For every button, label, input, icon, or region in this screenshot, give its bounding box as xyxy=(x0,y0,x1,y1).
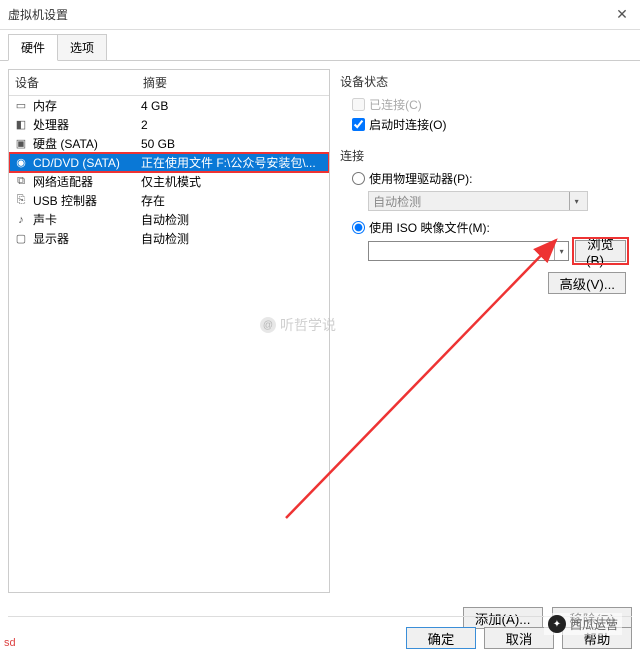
advanced-button[interactable]: 高级(V)... xyxy=(548,272,626,294)
ok-button[interactable]: 确定 xyxy=(406,627,476,649)
device-summary: 50 GB xyxy=(141,137,325,151)
iso-path-input[interactable] xyxy=(369,242,554,260)
physical-label: 使用物理驱动器(P): xyxy=(369,170,472,187)
device-status-title: 设备状态 xyxy=(340,73,626,90)
device-list: ▭ 内存 4 GB ◧ 处理器 2 ▣ 硬盘 (SATA) 50 GB ◉ CD… xyxy=(9,96,329,592)
memory-icon: ▭ xyxy=(13,98,29,114)
close-icon[interactable]: ✕ xyxy=(612,5,632,25)
physical-drive-value: 自动检测 xyxy=(373,193,569,210)
watermark-text: 听哲学说 xyxy=(280,315,336,335)
tab-options[interactable]: 选项 xyxy=(57,34,107,60)
device-name: USB 控制器 xyxy=(33,192,141,209)
device-name: 处理器 xyxy=(33,116,141,133)
device-row-usb[interactable]: ⎘ USB 控制器 存在 xyxy=(9,191,329,210)
chevron-down-icon: ▾ xyxy=(569,192,583,210)
sd-text: sd xyxy=(4,637,16,649)
column-header-device: 设备 xyxy=(15,74,143,91)
device-summary: 自动检测 xyxy=(141,211,325,228)
sound-icon: ♪ xyxy=(13,212,29,228)
usb-icon: ⎘ xyxy=(13,193,29,209)
device-row-sound[interactable]: ♪ 声卡 自动检测 xyxy=(9,210,329,229)
device-name: 内存 xyxy=(33,97,141,114)
network-icon: ⧉ xyxy=(13,174,29,190)
device-summary: 正在使用文件 F:\公众号安装包\... xyxy=(141,154,325,171)
brand-overlay: ✦ 西瓜运营 xyxy=(544,613,622,635)
physical-radio[interactable] xyxy=(352,172,365,185)
cd-icon: ◉ xyxy=(13,155,29,171)
device-name: 硬盘 (SATA) xyxy=(33,135,141,152)
window-title: 虚拟机设置 xyxy=(8,6,612,23)
device-name: 显示器 xyxy=(33,230,141,247)
physical-drive-select: 自动检测 ▾ xyxy=(368,191,588,211)
iso-label: 使用 ISO 映像文件(M): xyxy=(369,219,490,236)
tab-hardware[interactable]: 硬件 xyxy=(8,34,58,61)
cpu-icon: ◧ xyxy=(13,117,29,133)
connected-label: 已连接(C) xyxy=(369,96,422,113)
weibo-icon: @ xyxy=(260,317,276,333)
device-summary: 仅主机模式 xyxy=(141,173,325,190)
device-summary: 自动检测 xyxy=(141,230,325,247)
device-name: CD/DVD (SATA) xyxy=(33,156,141,170)
device-row-cddvd[interactable]: ◉ CD/DVD (SATA) 正在使用文件 F:\公众号安装包\... xyxy=(9,153,329,172)
iso-path-combo[interactable]: ▾ xyxy=(368,241,569,261)
wechat-icon: ✦ xyxy=(548,615,566,633)
poweron-label: 启动时连接(O) xyxy=(369,116,446,133)
device-summary: 4 GB xyxy=(141,99,325,113)
device-row-disk[interactable]: ▣ 硬盘 (SATA) 50 GB xyxy=(9,134,329,153)
device-summary: 存在 xyxy=(141,192,325,209)
connected-checkbox xyxy=(352,98,365,111)
device-name: 网络适配器 xyxy=(33,173,141,190)
brand-text: 西瓜运营 xyxy=(570,616,618,633)
watermark: @ 听哲学说 xyxy=(260,315,336,335)
column-header-summary: 摘要 xyxy=(143,74,323,91)
device-row-cpu[interactable]: ◧ 处理器 2 xyxy=(9,115,329,134)
device-row-network[interactable]: ⧉ 网络适配器 仅主机模式 xyxy=(9,172,329,191)
connection-title: 连接 xyxy=(340,147,626,164)
disk-icon: ▣ xyxy=(13,136,29,152)
iso-radio[interactable] xyxy=(352,221,365,234)
device-summary: 2 xyxy=(141,118,325,132)
display-icon: ▢ xyxy=(13,231,29,247)
poweron-checkbox[interactable] xyxy=(352,118,365,131)
chevron-down-icon[interactable]: ▾ xyxy=(554,242,568,260)
device-row-memory[interactable]: ▭ 内存 4 GB xyxy=(9,96,329,115)
device-row-display[interactable]: ▢ 显示器 自动检测 xyxy=(9,229,329,248)
browse-button[interactable]: 浏览(B)... xyxy=(575,240,626,262)
device-name: 声卡 xyxy=(33,211,141,228)
